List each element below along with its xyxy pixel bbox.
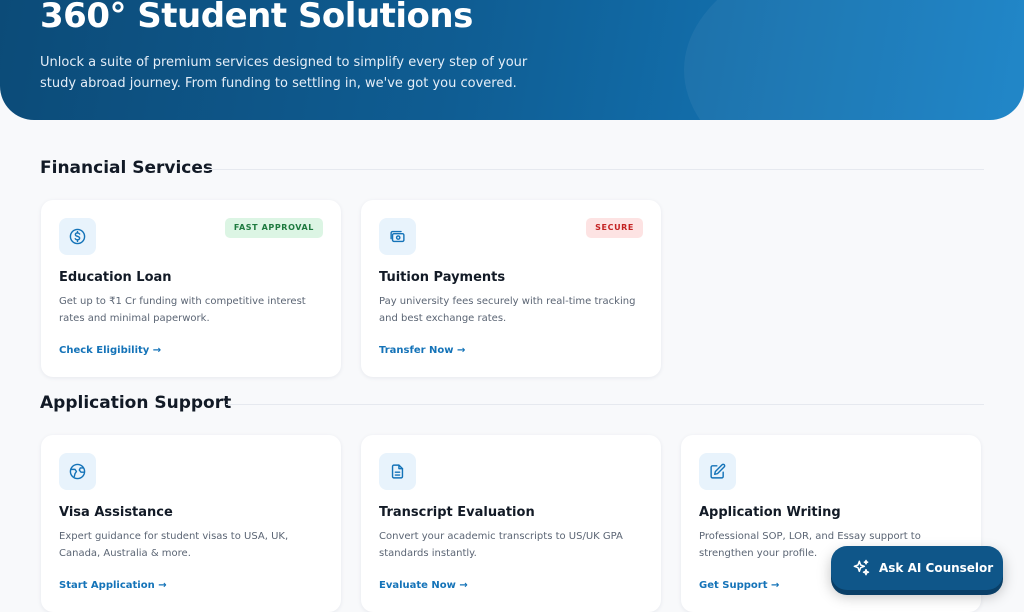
card-description: Pay university fees securely with real-t… — [379, 296, 636, 324]
sparkle-icon — [851, 558, 871, 578]
card-title: Visa Assistance — [59, 505, 173, 520]
card-education-loan: FAST APPROVAL Education Loan Get up to ₹… — [41, 200, 341, 377]
hero-subtitle: Unlock a suite of premium services desig… — [40, 55, 528, 91]
card-title: Application Writing — [699, 505, 841, 520]
card-description: Convert your academic transcripts to US/… — [379, 531, 623, 559]
section-title-financial-services: Financial Services — [40, 158, 214, 178]
fab-label: Ask AI Counselor — [879, 561, 994, 575]
section-title-application-support: Application Support — [40, 393, 232, 413]
section-divider — [226, 404, 984, 405]
section-divider — [208, 169, 984, 170]
check-eligibility-link[interactable]: Check Eligibility → — [59, 345, 161, 356]
transfer-now-link[interactable]: Transfer Now → — [379, 345, 465, 356]
ask-ai-counselor-button[interactable]: Ask AI Counselor — [831, 546, 1003, 590]
card-title: Education Loan — [59, 270, 172, 285]
money-transfer-icon — [379, 218, 416, 255]
evaluate-now-link[interactable]: Evaluate Now → — [379, 580, 468, 591]
edit-icon — [699, 453, 736, 490]
get-support-link[interactable]: Get Support → — [699, 580, 779, 591]
card-title: Transcript Evaluation — [379, 505, 535, 520]
start-application-link[interactable]: Start Application → — [59, 580, 167, 591]
page-title: 360° Student Solutions — [40, 0, 473, 36]
globe-icon — [59, 453, 96, 490]
card-description: Expert guidance for student visas to USA… — [59, 531, 289, 559]
card-transcript-evaluation: Transcript Evaluation Convert your acade… — [361, 435, 661, 612]
status-badge: SECURE — [586, 218, 643, 238]
hero-banner: 360° Student Solutions Unlock a suite of… — [0, 0, 1024, 120]
document-icon — [379, 453, 416, 490]
card-title: Tuition Payments — [379, 270, 506, 285]
card-description: Get up to ₹1 Cr funding with competitive… — [59, 296, 306, 324]
status-badge: FAST APPROVAL — [224, 218, 323, 238]
card-visa-assistance: Visa Assistance Expert guidance for stud… — [41, 435, 341, 612]
card-tuition-payments: SECURE Tuition Payments Pay university f… — [361, 200, 661, 377]
dollar-circle-icon — [59, 218, 96, 255]
